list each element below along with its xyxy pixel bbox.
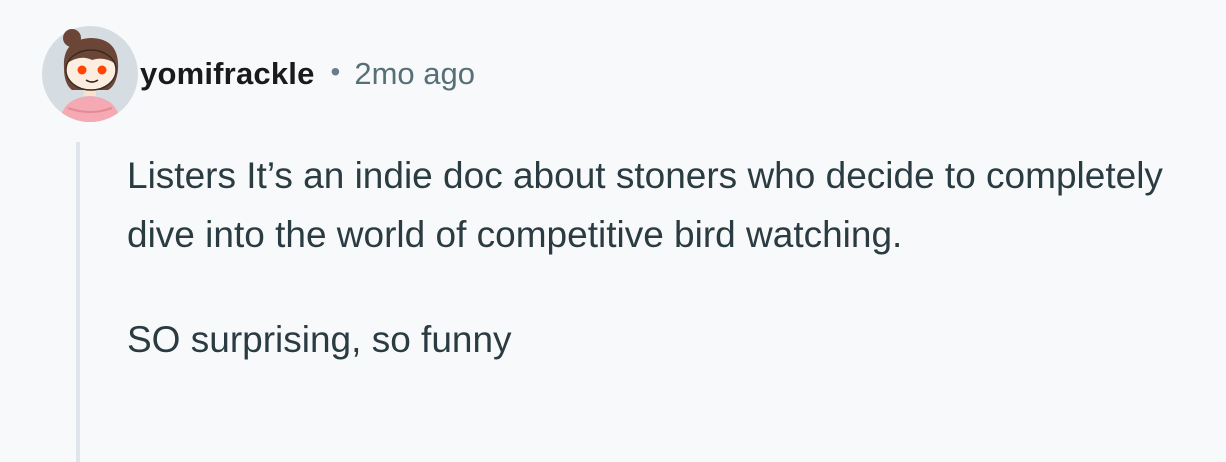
- user-avatar-icon[interactable]: [42, 26, 138, 122]
- timestamp-link[interactable]: 2mo ago: [354, 56, 475, 92]
- comment-paragraph: Listers It’s an indie doc about stoners …: [127, 155, 1163, 255]
- comment: yomifrackle • 2mo ago Listers It’s an in…: [0, 0, 1226, 462]
- comment-body: Listers It’s an indie doc about stoners …: [127, 146, 1187, 369]
- meta-separator: •: [330, 56, 341, 87]
- comment-meta: yomifrackle • 2mo ago: [140, 52, 475, 96]
- comment-paragraph: SO surprising, so funny: [127, 319, 512, 360]
- thread-collapse-line[interactable]: [76, 142, 80, 462]
- username-link[interactable]: yomifrackle: [140, 56, 315, 92]
